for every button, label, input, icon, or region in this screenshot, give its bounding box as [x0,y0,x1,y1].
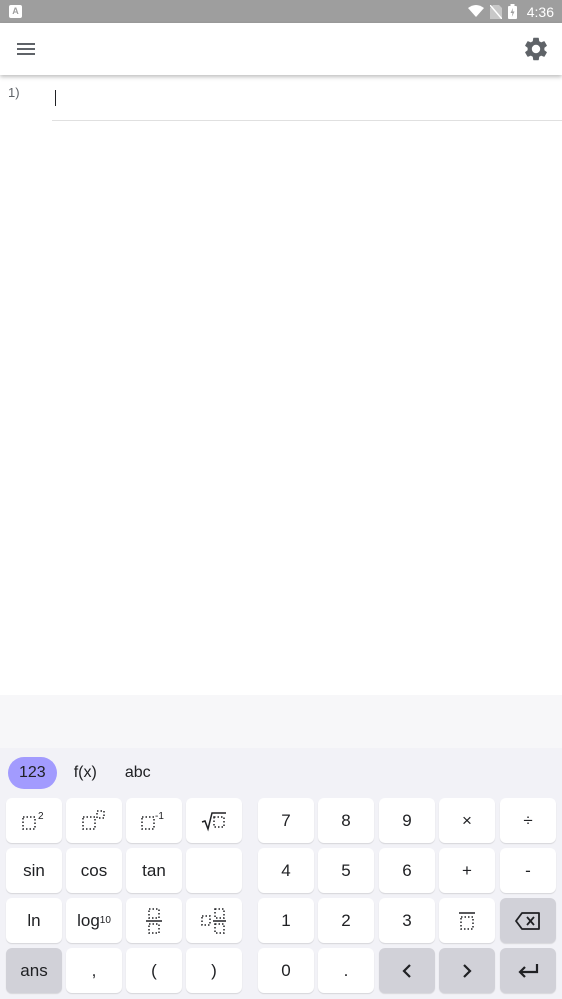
one-key[interactable]: 1 [258,898,314,943]
fraction-template-icon [146,907,162,934]
square-template-icon: 2 [22,811,44,830]
battery-icon [507,4,517,19]
zero-key[interactable]: 0 [258,948,314,993]
ans-key[interactable]: ans [6,948,62,993]
divide-key[interactable]: ÷ [500,798,556,843]
square-superscript: 2 [38,811,44,822]
status-time: 4:36 [526,3,554,20]
expression-input[interactable] [52,83,562,121]
overline-key[interactable] [439,898,495,943]
inverse-superscript: -1 [155,811,164,822]
power-template-icon [82,809,105,830]
arrow-right-icon [463,963,472,978]
enter-icon [518,963,539,978]
three-key[interactable]: 3 [379,898,435,943]
hamburger-menu-icon [17,43,35,55]
dot-key[interactable]: . [318,948,374,993]
keypad: 2 -1 7 8 9 × ÷ sin cos tan 4 5 6 + - ln … [0,748,562,999]
plus-key[interactable]: + [439,848,495,893]
backspace-icon [515,911,540,930]
right-arrow-key[interactable] [439,948,495,993]
power-key[interactable] [66,798,122,843]
fraction-key[interactable] [126,898,182,943]
arrow-left-icon [402,963,411,978]
settings-button[interactable] [522,35,550,63]
worksheet-area: 1) [0,75,562,695]
mixed-fraction-key[interactable] [186,898,242,943]
inverse-key[interactable]: -1 [126,798,182,843]
row-number: 1) [8,85,20,100]
math-keyboard: 123 f(x) abc 2 -1 7 8 9 × ÷ sin cos tan … [0,748,562,999]
two-key[interactable]: 2 [318,898,374,943]
status-icons: 4:36 [467,0,554,23]
overline-template-icon [459,911,475,930]
eight-key[interactable]: 8 [318,798,374,843]
notification-icon: A [9,5,22,18]
cos-key[interactable]: cos [66,848,122,893]
log-subscript: 10 [99,915,111,926]
wifi-icon [467,5,484,17]
seven-key[interactable]: 7 [258,798,314,843]
app-bar [0,23,562,75]
minus-key[interactable]: - [500,848,556,893]
four-key[interactable]: 4 [258,848,314,893]
keyboard-top-bar [0,695,562,748]
sin-key[interactable]: sin [6,848,62,893]
nine-key[interactable]: 9 [379,798,435,843]
log10-key[interactable]: log 10 [66,898,122,943]
enter-key[interactable] [500,948,556,993]
comma-key[interactable]: , [66,948,122,993]
backspace-key[interactable] [500,898,556,943]
log-label: log [77,910,100,930]
blank-key[interactable] [186,848,242,893]
left-arrow-key[interactable] [379,948,435,993]
inverse-template-icon: -1 [141,811,164,830]
ln-key[interactable]: ln [6,898,62,943]
sqrt-key[interactable] [186,798,242,843]
square-key[interactable]: 2 [6,798,62,843]
text-cursor [55,90,56,106]
mixed-fraction-template-icon [201,907,226,934]
status-bar: A 4:36 [0,0,562,23]
close-paren-key[interactable]: ) [186,948,242,993]
five-key[interactable]: 5 [318,848,374,893]
menu-button[interactable] [12,35,40,63]
sqrt-template-icon [201,811,226,832]
no-sim-icon [489,4,502,19]
open-paren-key[interactable]: ( [126,948,182,993]
multiply-key[interactable]: × [439,798,495,843]
six-key[interactable]: 6 [379,848,435,893]
gear-icon [525,37,547,61]
tan-key[interactable]: tan [126,848,182,893]
